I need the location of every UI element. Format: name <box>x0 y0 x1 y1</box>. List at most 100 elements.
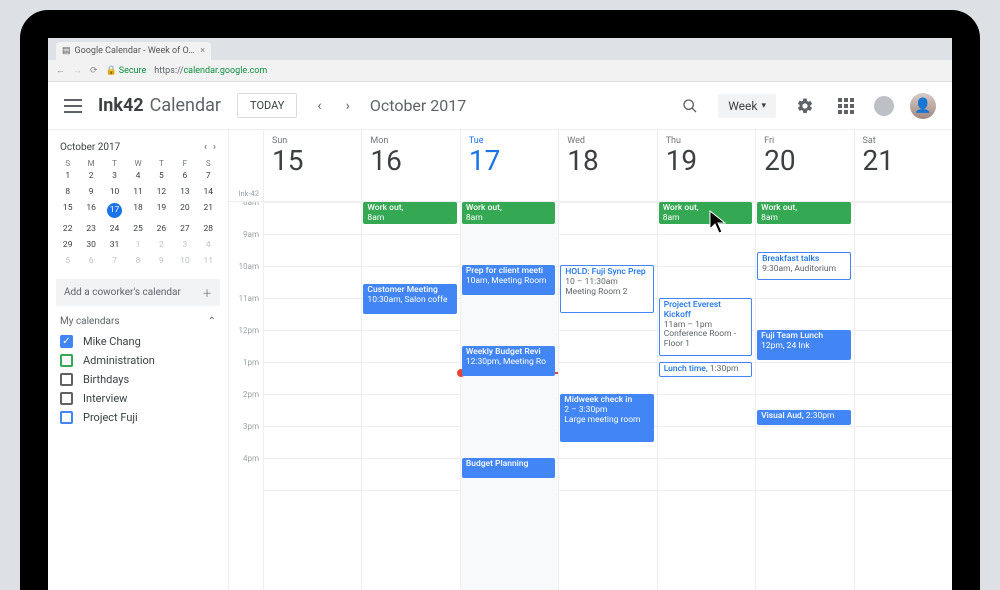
mini-day[interactable]: 22 <box>56 221 79 237</box>
calendar-event[interactable]: Customer Meeting 10:30am, Salon coffe <box>363 284 456 314</box>
mini-day[interactable]: 3 <box>103 168 126 184</box>
mini-day[interactable]: 15 <box>56 200 79 221</box>
mini-day[interactable]: 27 <box>173 221 196 237</box>
mini-day[interactable]: 6 <box>79 253 102 269</box>
next-week-icon[interactable]: › <box>342 94 354 118</box>
mini-day[interactable]: 4 <box>126 168 149 184</box>
mini-day[interactable]: 5 <box>56 253 79 269</box>
calendar-checkbox[interactable] <box>60 411 73 424</box>
mini-day[interactable]: 26 <box>150 221 173 237</box>
calendar-item[interactable]: Administration <box>56 354 220 367</box>
calendar-event[interactable]: Breakfast talks 9:30am, Auditorium <box>757 252 850 280</box>
mini-day[interactable]: 13 <box>173 184 196 200</box>
calendar-event[interactable]: Work out, 8am <box>462 202 555 224</box>
mini-day[interactable]: 18 <box>126 200 149 221</box>
calendar-event[interactable]: Fuji Team Lunch 12pm, 24 Ink <box>757 330 850 360</box>
mini-calendar[interactable]: October 2017 ‹ › SMTWTFS1234567891011121… <box>56 140 220 269</box>
day-header[interactable]: Wed18 <box>558 130 656 187</box>
mini-day[interactable]: 25 <box>126 221 149 237</box>
mini-day[interactable]: 9 <box>79 184 102 200</box>
calendar-checkbox[interactable] <box>60 335 73 348</box>
settings-icon[interactable] <box>792 93 818 119</box>
calendar-item[interactable]: Project Fuji <box>56 411 220 424</box>
day-header[interactable]: Thu19 <box>657 130 755 187</box>
day-column[interactable]: Work out, 8am Project Everest Kickoff 11a… <box>657 202 755 590</box>
calendar-event[interactable]: Budget Planning <box>462 458 555 478</box>
calendar-checkbox[interactable] <box>60 392 73 405</box>
mini-day[interactable]: 31 <box>103 237 126 253</box>
calendar-event[interactable]: Weekly Budget Revi 12:30pm, Meeting Ro <box>462 346 555 376</box>
apps-icon[interactable] <box>834 94 858 118</box>
mini-day[interactable]: 12 <box>150 184 173 200</box>
day-header[interactable]: Tue17 <box>460 130 558 187</box>
mini-day[interactable]: 5 <box>150 168 173 184</box>
search-icon[interactable] <box>678 94 702 118</box>
mini-day[interactable]: 29 <box>56 237 79 253</box>
view-selector[interactable]: Week ▾ <box>718 94 776 118</box>
mini-day[interactable]: 30 <box>79 237 102 253</box>
menu-icon[interactable] <box>64 99 82 113</box>
calendar-event[interactable]: HOLD: Fuji Sync Prep 10 – 11:30am Meetin… <box>560 265 653 313</box>
day-column[interactable] <box>263 202 361 590</box>
account-avatar[interactable]: 👤 <box>910 93 936 119</box>
calendar-event[interactable]: Project Everest Kickoff 11am – 1pm Confe… <box>659 298 752 356</box>
mini-day[interactable]: 19 <box>150 200 173 221</box>
back-icon[interactable]: ← <box>56 65 65 76</box>
mini-day[interactable]: 8 <box>126 253 149 269</box>
calendar-event[interactable]: Work out, 8am <box>659 202 752 224</box>
day-header[interactable]: Sat21 <box>854 130 952 187</box>
calendar-checkbox[interactable] <box>60 373 73 386</box>
calendar-event[interactable]: Prep for client meeti 10am, Meeting Room <box>462 265 555 295</box>
notifications-icon[interactable] <box>874 96 894 116</box>
mini-day[interactable]: 28 <box>197 221 220 237</box>
mini-day[interactable]: 23 <box>79 221 102 237</box>
mini-day[interactable]: 20 <box>173 200 196 221</box>
calendar-item[interactable]: Interview <box>56 392 220 405</box>
day-column[interactable]: Work out, 8am Prep for client meeti 10am,… <box>460 202 558 590</box>
mini-day[interactable]: 2 <box>150 237 173 253</box>
close-tab-icon[interactable]: × <box>200 46 205 56</box>
mini-day[interactable]: 24 <box>103 221 126 237</box>
calendar-checkbox[interactable] <box>60 354 73 367</box>
mini-day[interactable]: 7 <box>103 253 126 269</box>
day-header[interactable]: Mon16 <box>361 130 459 187</box>
day-header[interactable]: Sun15 <box>263 130 361 187</box>
today-button[interactable]: TODAY <box>237 93 297 118</box>
mini-day[interactable]: 2 <box>79 168 102 184</box>
day-column[interactable]: Work out, 8am Customer Meeting 10:30am, S… <box>361 202 459 590</box>
day-column[interactable]: Work out, 8am Breakfast talks 9:30am, Aud… <box>755 202 853 590</box>
calendar-event[interactable]: Work out, 8am <box>757 202 850 224</box>
mini-day[interactable]: 4 <box>197 237 220 253</box>
mini-day[interactable]: 9 <box>150 253 173 269</box>
calendar-item[interactable]: Birthdays <box>56 373 220 386</box>
mini-day[interactable]: 1 <box>126 237 149 253</box>
address-bar[interactable]: https://calendar.google.com <box>154 66 267 76</box>
mini-day[interactable]: 1 <box>56 168 79 184</box>
mini-day[interactable]: 10 <box>173 253 196 269</box>
calendar-event[interactable]: Midweek check in 2 – 3:30pm Large meetin… <box>560 394 653 442</box>
mini-day[interactable]: 10 <box>103 184 126 200</box>
mini-day[interactable]: 17 <box>103 200 126 221</box>
calendar-item[interactable]: Mike Chang <box>56 335 220 348</box>
forward-icon[interactable]: → <box>73 65 82 76</box>
mini-day[interactable]: 8 <box>56 184 79 200</box>
prev-week-icon[interactable]: ‹ <box>313 94 325 118</box>
mini-day[interactable]: 21 <box>197 200 220 221</box>
mini-day[interactable]: 6 <box>173 168 196 184</box>
calendar-event[interactable]: Work out, 8am <box>363 202 456 224</box>
mini-day[interactable]: 3 <box>173 237 196 253</box>
mini-day[interactable]: 7 <box>197 168 220 184</box>
day-column[interactable]: HOLD: Fuji Sync Prep 10 – 11:30am Meetin… <box>558 202 656 590</box>
calendar-event[interactable]: Visual Aud, 2:30pm <box>757 410 850 425</box>
add-coworker-calendar[interactable]: Add a coworker's calendar ＋ <box>56 279 220 306</box>
mini-day[interactable]: 11 <box>197 253 220 269</box>
mini-day[interactable]: 11 <box>126 184 149 200</box>
day-column[interactable] <box>854 202 952 590</box>
mini-prev-icon[interactable]: ‹ <box>204 142 207 153</box>
day-header[interactable]: Fri20 <box>755 130 853 187</box>
calendar-event[interactable]: Lunch time, 1:30pm <box>659 362 752 377</box>
my-calendars-toggle[interactable]: My calendars ⌃ <box>56 312 220 331</box>
browser-tab[interactable]: ▤ Google Calendar - Week of O… × <box>56 42 211 60</box>
mini-day[interactable]: 14 <box>197 184 220 200</box>
mini-day[interactable]: 16 <box>79 200 102 221</box>
